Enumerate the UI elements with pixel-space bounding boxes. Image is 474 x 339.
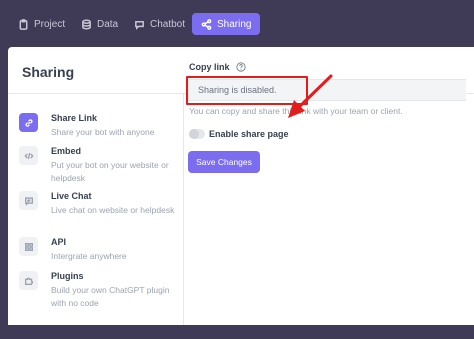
message-icon xyxy=(19,191,38,210)
tab-data[interactable]: Data xyxy=(75,13,124,35)
code-icon xyxy=(19,146,38,165)
tab-sharing-label: Sharing xyxy=(217,18,252,30)
sidebar-item-label: API xyxy=(51,237,67,247)
tab-data-label: Data xyxy=(97,18,119,30)
enable-share-page-toggle[interactable] xyxy=(189,129,205,139)
tab-sharing[interactable]: Sharing xyxy=(192,13,261,35)
tab-project-label: Project xyxy=(34,18,66,30)
page-title: Sharing xyxy=(22,64,75,80)
sidebar-item-description: Put your bot on your website or helpdesk xyxy=(51,160,169,183)
sidebar-item-description: Intergrate anywhere xyxy=(51,251,127,261)
link-icon xyxy=(19,113,38,132)
database-icon xyxy=(82,19,91,29)
sidebar-item-label: Share Link xyxy=(51,113,98,123)
chat-bubble-icon xyxy=(135,20,144,30)
share-link-helper-text: You can copy and share this link with yo… xyxy=(189,106,403,116)
copy-link-label: Copy link xyxy=(189,62,246,72)
top-nav: Project Data Chatbot Sharing xyxy=(0,0,474,46)
toggle-knob xyxy=(189,129,199,139)
save-changes-button[interactable]: Save Changes xyxy=(188,151,260,173)
sidebar-item-description: Share your bot with anyone xyxy=(51,127,155,137)
sidebar-item-label: Embed xyxy=(51,146,82,156)
copy-link-label-text: Copy link xyxy=(189,62,230,72)
grid-icon xyxy=(19,237,38,256)
sidebar-divider xyxy=(183,94,184,325)
sidebar-item-label: Plugins xyxy=(51,271,84,281)
puzzle-icon xyxy=(19,271,38,290)
help-icon[interactable] xyxy=(235,62,246,72)
tab-chatbot[interactable]: Chatbot xyxy=(128,13,191,35)
enable-share-page-label: Enable share page xyxy=(209,129,289,139)
annotation-highlight-box xyxy=(186,76,308,105)
share-icon xyxy=(201,18,212,30)
tab-chatbot-label: Chatbot xyxy=(150,18,186,30)
clipboard-icon xyxy=(19,18,28,30)
sidebar-item-description: Live chat on website or helpdesk xyxy=(51,205,175,215)
tab-project[interactable]: Project xyxy=(12,13,71,35)
sidebar-item-description: Build your own ChatGPT plugin with no co… xyxy=(51,285,170,308)
sidebar-item-label: Live Chat xyxy=(51,191,92,201)
